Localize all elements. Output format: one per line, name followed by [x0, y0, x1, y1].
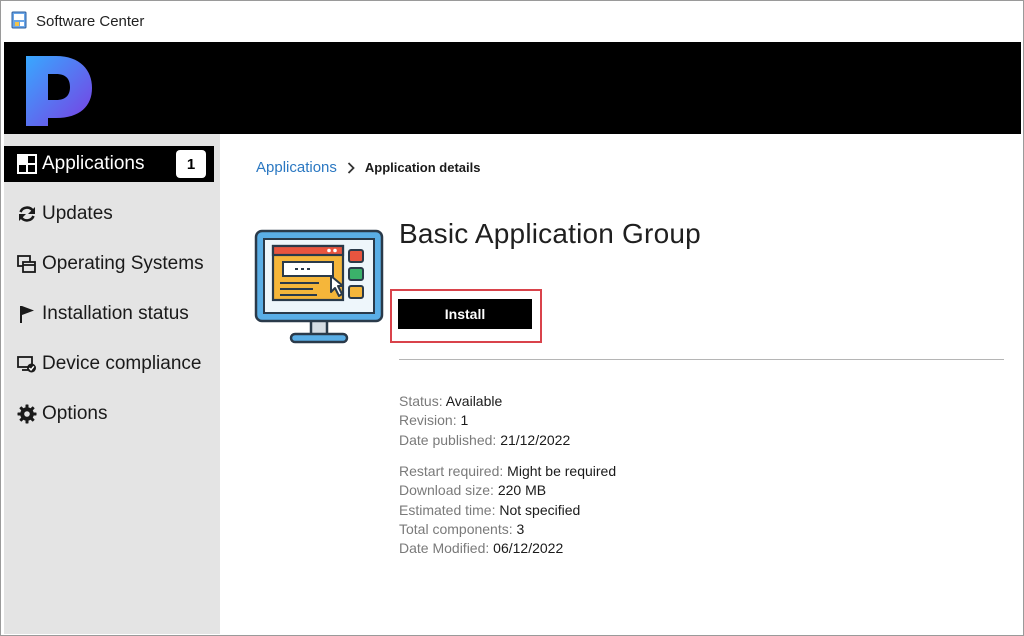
- sidebar-item-label: Device compliance: [42, 353, 202, 374]
- details-group-primary: Status: Available Revision: 1 Date publi…: [399, 392, 570, 450]
- sidebar-item-label: Installation status: [42, 303, 189, 324]
- chevron-right-icon: [347, 161, 355, 174]
- gear-icon: [16, 403, 38, 425]
- brand-logo-icon: [26, 56, 92, 126]
- detail-row: Status: Available: [399, 392, 570, 411]
- detail-key: Date Modified:: [399, 540, 490, 557]
- applications-grid-icon: [16, 153, 38, 175]
- detail-key: Revision:: [399, 412, 457, 429]
- software-center-icon: [11, 11, 27, 29]
- details-group-secondary: Restart required: Might be required Down…: [399, 462, 616, 558]
- sidebar-item-device-compliance[interactable]: Device compliance: [4, 346, 214, 382]
- detail-value: Might be required: [507, 463, 617, 479]
- application-title: Basic Application Group: [399, 218, 701, 249]
- detail-value: Available: [445, 393, 503, 409]
- detail-row: Total components: 3: [399, 520, 616, 539]
- sidebar-item-installation-status[interactable]: Installation status: [4, 296, 214, 332]
- sidebar-item-label: Options: [42, 403, 108, 424]
- sidebar: Applications 1 Updates Operating Systems: [4, 134, 220, 634]
- detail-key: Restart required:: [399, 463, 504, 479]
- header-banner: [4, 42, 1021, 134]
- sidebar-item-label: Applications: [42, 153, 145, 174]
- sidebar-item-applications[interactable]: Applications 1: [4, 146, 214, 182]
- window-title: Software Center: [36, 13, 145, 30]
- detail-row: Date Modified: 06/12/2022: [399, 539, 616, 558]
- breadcrumb-current: Application details: [364, 160, 481, 175]
- flag-icon: [16, 303, 38, 325]
- breadcrumb: Applications Application details: [256, 159, 480, 176]
- sidebar-item-label: Updates: [42, 203, 113, 224]
- sidebar-item-operating-systems[interactable]: Operating Systems: [4, 246, 214, 282]
- detail-row: Estimated time: Not specified: [399, 501, 616, 520]
- detail-row: Restart required: Might be required: [399, 462, 616, 481]
- sidebar-item-updates[interactable]: Updates: [4, 196, 214, 232]
- detail-key: Total components:: [399, 520, 513, 537]
- title-bar: Software Center: [1, 1, 1023, 41]
- detail-value: 3: [516, 520, 525, 537]
- detail-key: Estimated time:: [399, 501, 496, 518]
- detail-key: Status:: [399, 393, 443, 409]
- sidebar-item-options[interactable]: Options: [4, 396, 214, 432]
- sidebar-item-label: Operating Systems: [42, 253, 204, 274]
- refresh-icon: [16, 203, 38, 225]
- install-button[interactable]: Install: [398, 299, 532, 329]
- breadcrumb-applications-link[interactable]: Applications: [256, 159, 337, 176]
- detail-row: Download size: 220 MB: [399, 481, 616, 500]
- detail-row: Revision: 1: [399, 411, 570, 430]
- monitor-app-icon: [254, 229, 384, 344]
- detail-key: Download size:: [399, 482, 494, 499]
- device-check-icon: [16, 353, 38, 375]
- windows-stack-icon: [16, 253, 38, 275]
- detail-value: 1: [460, 412, 469, 429]
- detail-value: 220 MB: [497, 482, 547, 499]
- detail-value: 21/12/2022: [500, 431, 571, 448]
- detail-key: Date published:: [399, 431, 497, 448]
- detail-row: Date published: 21/12/2022: [399, 431, 570, 450]
- detail-value: 06/12/2022: [493, 540, 564, 557]
- main-content: Applications Application details Basic A…: [220, 134, 1021, 634]
- count-badge: 1: [176, 150, 206, 178]
- divider: [399, 359, 1004, 360]
- detail-value: Not specified: [499, 501, 581, 518]
